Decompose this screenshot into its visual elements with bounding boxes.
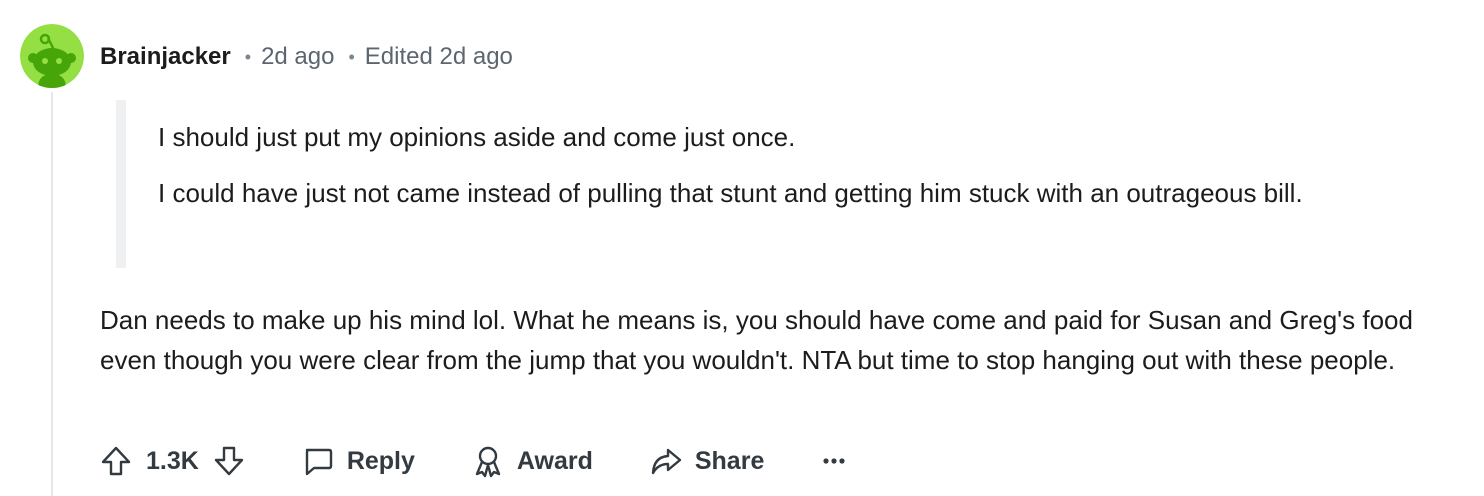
blockquote: I should just put my opinions aside and … <box>116 100 1426 268</box>
downvote-button[interactable] <box>211 443 247 479</box>
thread-line[interactable] <box>51 92 53 496</box>
username-link[interactable]: Brainjacker <box>100 43 231 71</box>
timestamp[interactable]: 2d ago <box>261 43 334 71</box>
award-icon <box>475 446 501 478</box>
comment-header: Brainjacker • 2d ago • Edited 2d ago <box>100 42 513 72</box>
separator-dot: • <box>348 46 355 67</box>
avatar[interactable] <box>20 24 84 88</box>
upvote-button[interactable] <box>98 443 134 479</box>
separator-dot: • <box>244 46 252 67</box>
share-label: Share <box>694 446 765 475</box>
snoo-avatar-icon <box>20 24 84 88</box>
share-icon <box>651 448 682 475</box>
more-options-button[interactable] <box>822 455 846 467</box>
vote-count: 1.3K <box>146 446 199 475</box>
upvote-icon <box>101 446 131 476</box>
reply-label: Reply <box>346 446 415 475</box>
reply-button[interactable]: Reply <box>301 444 415 478</box>
more-icon <box>823 458 845 464</box>
edited-label: Edited 2d ago <box>364 43 513 70</box>
quote-paragraph-1: I should just put my opinions aside and … <box>158 122 796 152</box>
vote-group: 1.3K <box>98 443 247 479</box>
comment-body: Dan needs to make up his mind lol. What … <box>100 305 1413 375</box>
action-bar: 1.3K Reply Award Share <box>98 438 846 484</box>
quote-paragraph-2: I could have just not came instead of pu… <box>158 178 1303 208</box>
award-label: Award <box>516 446 593 475</box>
share-button[interactable]: Share <box>649 444 764 478</box>
downvote-icon <box>214 446 244 476</box>
award-button[interactable]: Award <box>471 444 593 478</box>
comment-icon <box>305 448 333 476</box>
